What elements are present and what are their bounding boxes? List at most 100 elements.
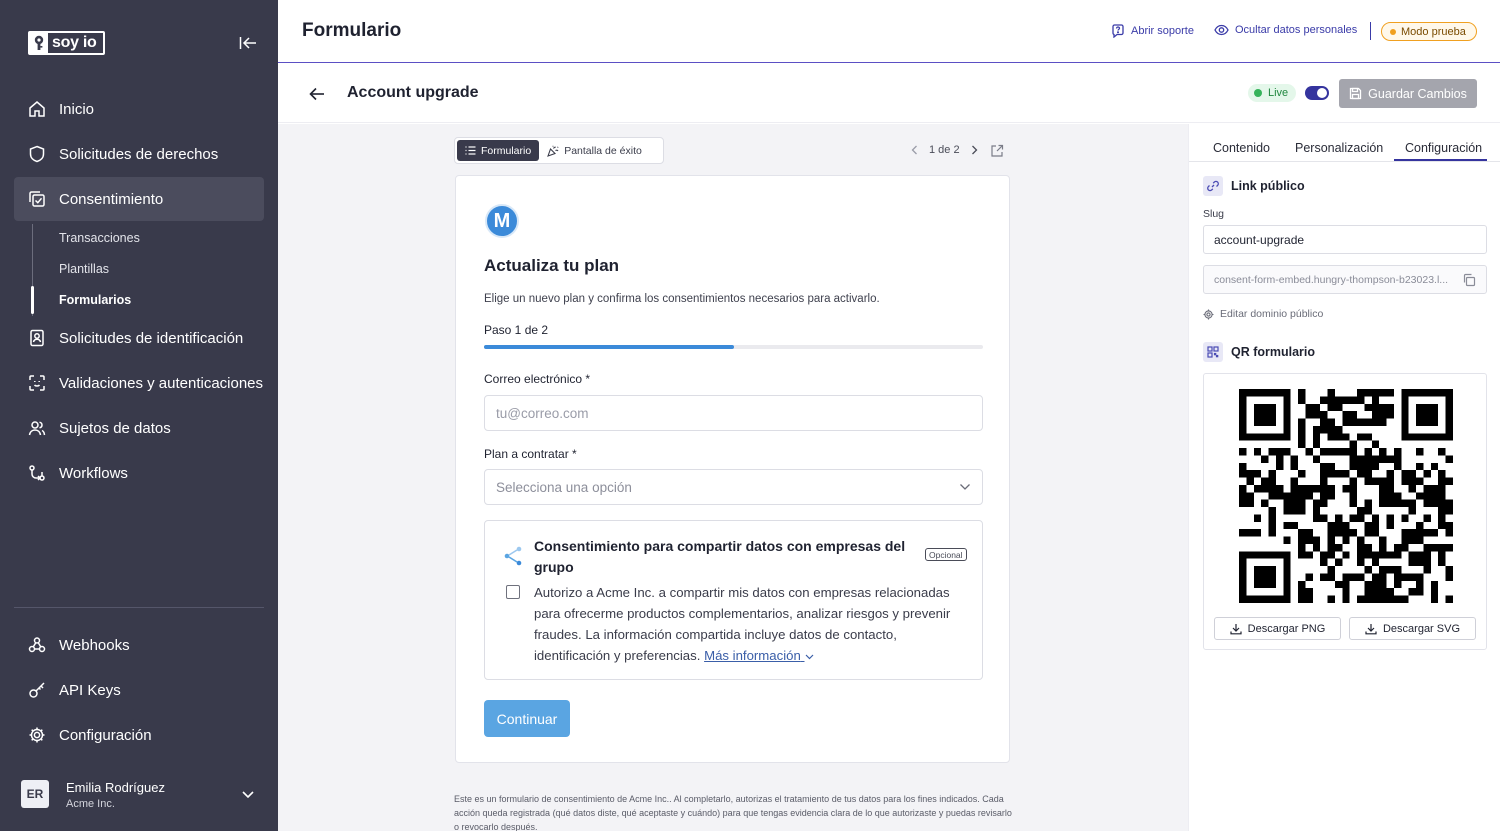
sidebar-item-label: Webhooks — [59, 636, 130, 654]
progress-fill — [484, 345, 734, 349]
form-title: Actualiza tu plan — [484, 256, 620, 275]
arrow-left-icon — [309, 87, 324, 101]
eye-icon — [1214, 24, 1229, 36]
form-preview-card: M Actualiza tu plan Elige un nuevo plan … — [455, 175, 1010, 763]
sidebar-item-label: Workflows — [59, 464, 128, 482]
qr-card: Descargar PNG Descargar SVG — [1203, 373, 1487, 650]
plan-select[interactable]: Selecciona una opción — [484, 469, 983, 505]
sidebar-item-solicitudes-derechos[interactable]: Solicitudes de derechos — [14, 132, 264, 176]
public-url-field[interactable]: consent-form-embed.hungry-thompson-b2302… — [1203, 265, 1487, 294]
id-card-icon — [26, 327, 48, 349]
sidebar-item-label: API Keys — [59, 681, 121, 699]
tab-pantalla-exito[interactable]: Pantalla de éxito — [539, 140, 650, 161]
email-field[interactable] — [484, 395, 983, 431]
user-menu[interactable]: ER Emilia Rodríguez Acme Inc. — [0, 770, 278, 820]
test-mode-badge[interactable]: Modo prueba — [1381, 22, 1477, 41]
sidebar: soy io Inicio Solicitudes de derechos Co… — [0, 0, 278, 831]
consent-text: Autorizo a Acme Inc. a compartir mis dat… — [534, 582, 974, 666]
live-label: Live — [1268, 87, 1289, 99]
sidebar-item-workflows[interactable]: Workflows — [14, 451, 264, 495]
form-header: Account upgrade Live Guardar Cambios — [278, 64, 1500, 123]
subnav-active-indicator — [31, 286, 34, 314]
tab-formulario-label: Formulario — [481, 144, 532, 157]
toggle-knob — [1317, 88, 1327, 98]
back-button[interactable] — [306, 83, 328, 105]
next-page-button[interactable] — [969, 144, 981, 156]
user-name: Emilia Rodríguez — [66, 780, 165, 795]
sidebar-item-label: Validaciones y autenticaciones — [59, 374, 264, 392]
list-icon — [465, 146, 476, 155]
sidebar-subitem-transacciones[interactable]: Transacciones — [59, 231, 140, 245]
chevron-down-icon[interactable] — [240, 786, 256, 802]
key-icon — [26, 679, 48, 701]
copy-icon[interactable] — [1462, 273, 1476, 287]
consent-checkbox[interactable] — [506, 585, 520, 599]
test-mode-label: Modo prueba — [1401, 25, 1466, 38]
more-info-link[interactable]: Más información — [704, 648, 813, 663]
preview-canvas: Formulario Pantalla de éxito 1 de 2 M Ac… — [278, 124, 1188, 831]
logo-text: soy io — [52, 34, 97, 51]
tab-personalizacion[interactable]: Personalización — [1295, 141, 1383, 155]
hide-personal-data-button[interactable]: Ocultar datos personales — [1214, 24, 1357, 36]
gear-icon — [26, 724, 48, 746]
form-name: Account upgrade — [347, 84, 479, 101]
public-link-heading: Link público — [1203, 176, 1305, 196]
sidebar-item-label: Solicitudes de derechos — [59, 145, 219, 163]
live-status-badge: Live — [1248, 84, 1297, 102]
save-changes-button[interactable]: Guardar Cambios — [1339, 79, 1477, 108]
logo[interactable]: soy io — [28, 31, 105, 55]
download-svg-button[interactable]: Descargar SVG — [1349, 617, 1476, 640]
more-info-label: Más información — [704, 648, 801, 663]
consent-icon — [26, 188, 48, 210]
step-label: Paso 1 de 2 — [484, 323, 549, 337]
panel-tabs: Contenido Personalización Configuración — [1189, 124, 1500, 162]
edit-public-domain-link[interactable]: Editar dominio público — [1203, 308, 1323, 320]
sidebar-item-api-keys[interactable]: API Keys — [14, 668, 264, 712]
sidebar-item-solicitudes-identificacion[interactable]: Solicitudes de identificación — [14, 316, 264, 360]
sidebar-item-webhooks[interactable]: Webhooks — [14, 623, 264, 667]
sidebar-item-consentimiento[interactable]: Consentimiento — [14, 177, 264, 221]
live-toggle[interactable] — [1305, 86, 1329, 100]
qr-icon — [1203, 342, 1223, 362]
tab-formulario[interactable]: Formulario — [457, 140, 540, 161]
sidebar-item-sujetos-datos[interactable]: Sujetos de datos — [14, 406, 264, 450]
party-icon — [547, 145, 559, 157]
tab-contenido[interactable]: Contenido — [1213, 141, 1270, 155]
chevron-right-icon — [972, 145, 978, 155]
sidebar-subitem-formularios[interactable]: Formularios — [59, 293, 131, 307]
slug-input[interactable] — [1203, 225, 1487, 254]
download-png-button[interactable]: Descargar PNG — [1214, 617, 1341, 640]
consent-block: Consentimiento para compartir datos con … — [484, 520, 983, 680]
collapse-sidebar-button[interactable] — [236, 32, 260, 54]
sidebar-item-label: Solicitudes de identificación — [59, 329, 244, 347]
open-support-button[interactable]: Abrir soporte — [1111, 24, 1194, 38]
external-link-icon[interactable] — [990, 144, 1004, 158]
optional-badge: Opcional — [925, 548, 967, 561]
sidebar-subitem-plantillas[interactable]: Plantillas — [59, 262, 109, 276]
workflow-icon — [26, 462, 48, 484]
help-icon — [1112, 24, 1124, 38]
sidebar-item-label: Sujetos de datos — [59, 419, 171, 437]
sidebar-item-configuracion[interactable]: Configuración — [14, 713, 264, 757]
download-png-label: Descargar PNG — [1247, 622, 1326, 635]
prev-page-button[interactable] — [908, 144, 920, 156]
consent-title: Consentimiento para compartir datos con … — [534, 538, 906, 575]
continue-button[interactable]: Continuar — [484, 700, 570, 737]
public-url-text: consent-form-embed.hungry-thompson-b2302… — [1214, 273, 1449, 286]
webhook-icon — [26, 634, 48, 656]
preview-tab-switcher: Formulario Pantalla de éxito — [454, 137, 664, 164]
save-changes-label: Guardar Cambios — [1368, 86, 1467, 101]
hide-personal-data-label: Ocultar datos personales — [1235, 24, 1358, 36]
sidebar-item-validaciones[interactable]: Validaciones y autenticaciones — [14, 361, 264, 405]
shield-icon — [26, 143, 48, 165]
config-panel: Contenido Personalización Configuración … — [1188, 124, 1500, 831]
public-link-title: Link público — [1231, 179, 1305, 193]
sidebar-divider — [14, 607, 264, 608]
tab-configuracion[interactable]: Configuración — [1405, 141, 1482, 155]
sidebar-item-inicio[interactable]: Inicio — [14, 87, 264, 131]
chevron-left-icon — [911, 145, 917, 155]
qr-code — [1239, 389, 1453, 603]
slug-label: Slug — [1203, 208, 1225, 220]
form-description: Elige un nuevo plan y confirma los conse… — [484, 293, 880, 305]
plan-label: Plan a contratar * — [484, 447, 577, 461]
